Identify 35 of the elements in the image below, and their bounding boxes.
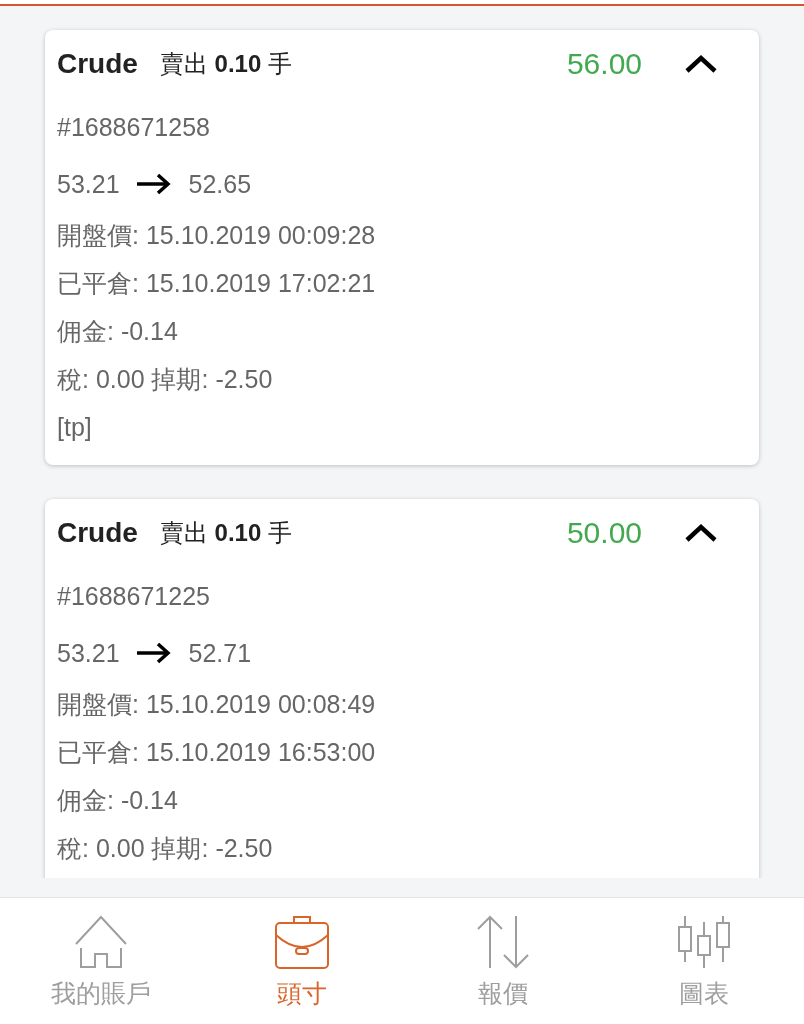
symbol-name: Crude (57, 47, 138, 81)
nav-tab[interactable]: 圖表 (603, 898, 804, 1024)
chevron-up-icon (684, 54, 718, 74)
briefcase-icon (274, 915, 329, 969)
chevron-up-icon (684, 523, 718, 543)
open-price: 53.21 (57, 638, 120, 668)
detail-text: 稅: 0.00 掉期: -2.50 (57, 364, 273, 394)
detail-text: 開盤價: 15.10.2019 00:09:28 (57, 220, 376, 250)
detail-text: 稅: 0.00 掉期: -2.50 (57, 833, 273, 863)
home-icon (73, 915, 128, 969)
candlestick-chart-icon (676, 915, 731, 969)
up-down-arrows-icon (475, 915, 530, 969)
nav-tab[interactable]: 報價 (402, 898, 603, 1024)
close-price: 52.71 (188, 638, 252, 668)
right-arrow-icon (135, 642, 171, 664)
comment-text: [tp] (57, 412, 92, 442)
trade-side-volume: 賣出 0.10 手 (159, 518, 292, 548)
profit-value: 56.00 (566, 46, 642, 82)
ticket-number: #1688671258 (57, 112, 210, 142)
trade-side-volume: 賣出 0.10 手 (159, 49, 292, 79)
nav-tab[interactable]: 頭寸 (201, 898, 402, 1024)
detail-text: 佣金: -0.14 (57, 785, 178, 815)
open-price: 53.21 (57, 169, 120, 199)
detail-text: 開盤價: 15.10.2019 00:08:49 (57, 689, 376, 719)
close-price: 52.65 (188, 169, 252, 199)
collapse-button[interactable] (684, 521, 718, 545)
right-arrow-icon (135, 173, 171, 195)
collapse-button[interactable] (684, 52, 718, 76)
detail-text: 已平倉: 15.10.2019 17:02:21 (57, 268, 376, 298)
detail-text: 已平倉: 15.10.2019 16:53:00 (57, 737, 376, 767)
symbol-name: Crude (57, 516, 138, 550)
nav-tab[interactable]: 我的賬戶 (0, 898, 201, 1024)
ticket-number: #1688671225 (57, 581, 210, 611)
profit-value: 50.00 (566, 515, 642, 551)
detail-text: 佣金: -0.14 (57, 316, 178, 346)
